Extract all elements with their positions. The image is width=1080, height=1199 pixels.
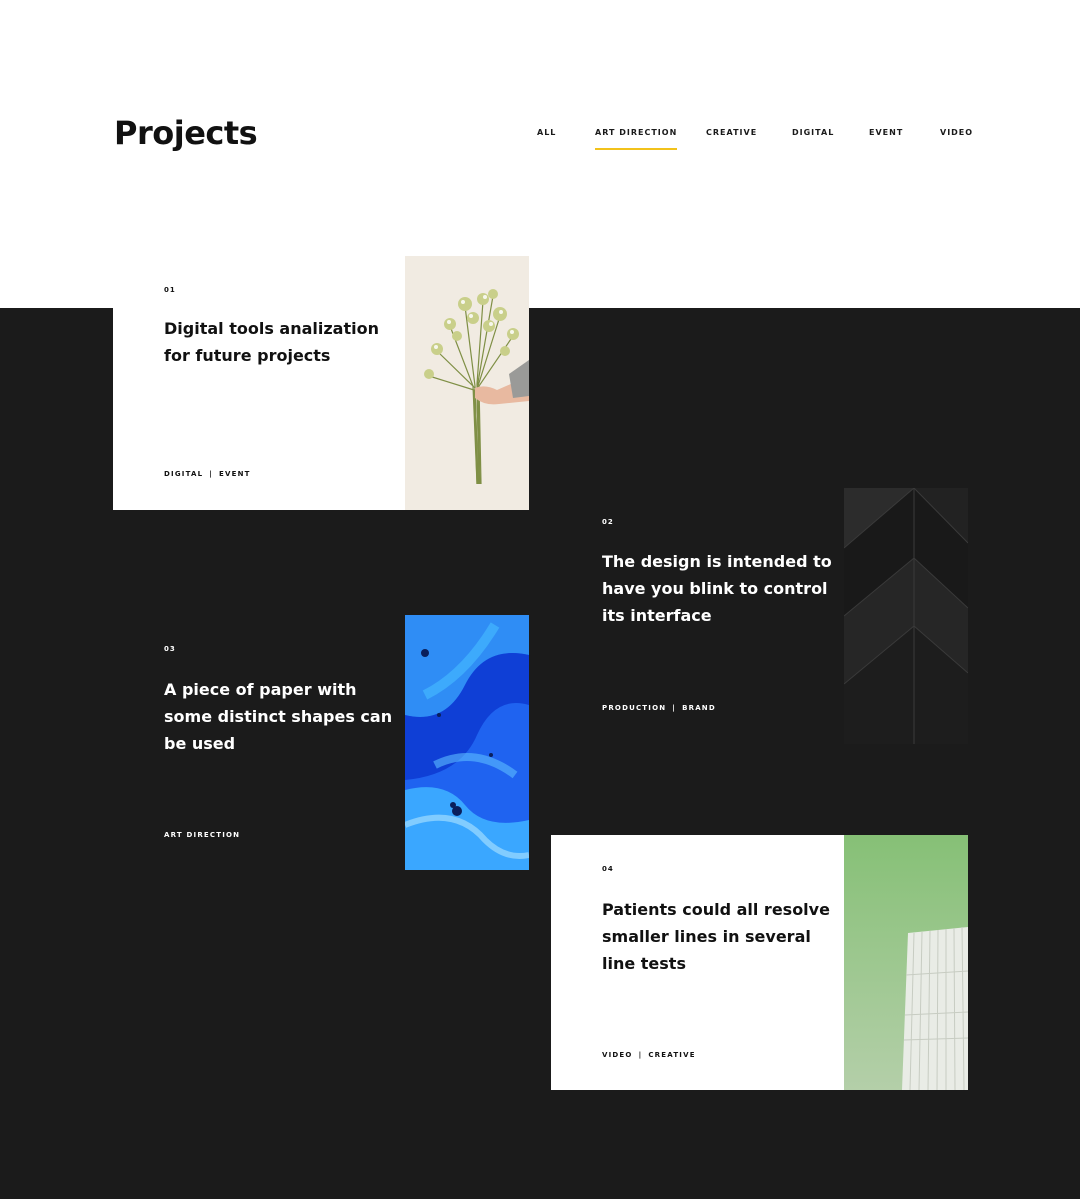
project-tags: ART DIRECTION: [164, 831, 240, 839]
project-tags: PRODUCTION | BRAND: [602, 704, 716, 712]
tag-separator: |: [209, 470, 214, 478]
project-tags: DIGITAL | EVENT: [164, 470, 251, 478]
project-number: 04: [602, 865, 614, 873]
project-title: Digital tools analization for future pro…: [164, 319, 379, 365]
dark-architecture-image[interactable]: [844, 488, 968, 744]
filter-event[interactable]: EVENT: [869, 128, 903, 137]
project-filter-nav: ALL ART DIRECTION CREATIVE DIGITAL EVENT…: [0, 128, 1080, 158]
filter-all[interactable]: ALL: [537, 128, 556, 137]
tag-separator: |: [672, 704, 677, 712]
filter-art-direction[interactable]: ART DIRECTION: [595, 128, 678, 150]
filter-digital[interactable]: DIGITAL: [792, 128, 834, 137]
filter-creative[interactable]: CREATIVE: [706, 128, 757, 137]
project-number: 02: [602, 518, 614, 526]
project-tags: VIDEO | CREATIVE: [602, 1051, 696, 1059]
green-sky-building-image[interactable]: [844, 835, 968, 1090]
project-card-03[interactable]: 03 A piece of paper with some distinct s…: [113, 615, 529, 870]
project-number: 01: [164, 286, 176, 294]
tag[interactable]: DIGITAL: [164, 470, 203, 478]
tag[interactable]: CREATIVE: [648, 1051, 695, 1059]
project-card-01[interactable]: 01 Digital tools analization for future …: [113, 256, 529, 510]
tag[interactable]: EVENT: [219, 470, 251, 478]
tag[interactable]: PRODUCTION: [602, 704, 666, 712]
tag-separator: |: [638, 1051, 643, 1059]
project-title: A piece of paper with some distinct shap…: [164, 680, 393, 753]
tag[interactable]: ART DIRECTION: [164, 831, 240, 839]
tag[interactable]: BRAND: [682, 704, 716, 712]
filter-video[interactable]: VIDEO: [940, 128, 973, 137]
tag[interactable]: VIDEO: [602, 1051, 633, 1059]
flower-bouquet-image[interactable]: [405, 256, 529, 510]
project-number: 03: [164, 645, 176, 653]
blue-fluid-art-image[interactable]: [405, 615, 529, 870]
project-title: Patients could all resolve smaller lines…: [602, 900, 830, 973]
project-card-04[interactable]: 04 Patients could all resolve smaller li…: [551, 835, 968, 1090]
project-card-02[interactable]: 02 The design is intended to have you bl…: [551, 488, 968, 744]
project-title: The design is intended to have you blink…: [602, 552, 832, 625]
